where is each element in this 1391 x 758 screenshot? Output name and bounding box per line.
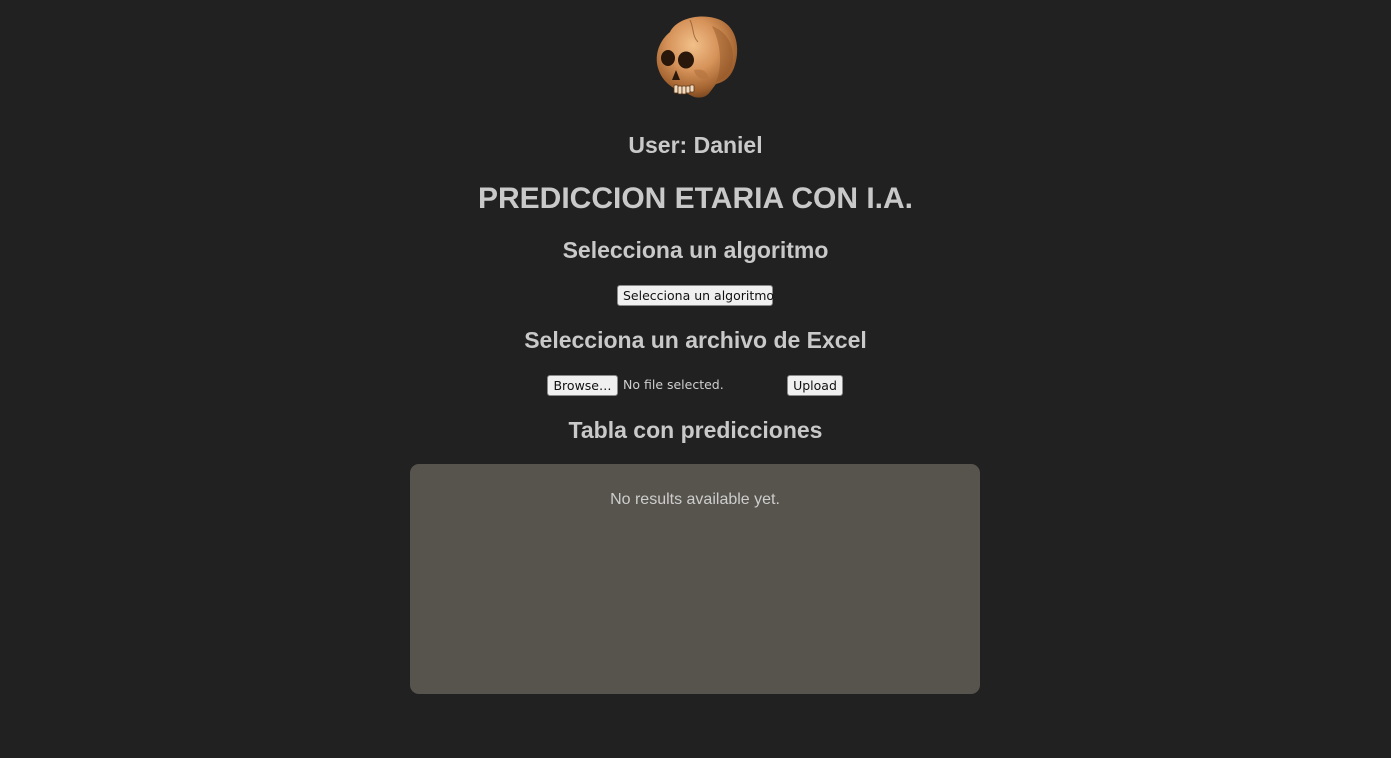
page-title: PREDICCION ETARIA CON I.A.: [477, 182, 913, 215]
page: User: Daniel PREDICCION ETARIA CON I.A. …: [0, 0, 1391, 758]
empty-results-message: No results available yet.: [610, 491, 780, 508]
upload-button[interactable]: Upload: [787, 375, 843, 396]
results-panel: No results available yet.: [410, 464, 980, 694]
browse-button[interactable]: Browse…: [547, 375, 618, 396]
select-algorithm-button[interactable]: Selecciona un algoritmo: [617, 285, 774, 306]
algorithm-heading: Selecciona un algoritmo: [562, 237, 829, 263]
predictions-heading: Tabla con predicciones: [568, 417, 823, 443]
skull-icon: [656, 16, 738, 98]
file-status: No file selected.: [623, 377, 724, 392]
excel-heading: Selecciona un archivo de Excel: [524, 327, 867, 353]
user-label: User: Daniel: [628, 132, 763, 158]
